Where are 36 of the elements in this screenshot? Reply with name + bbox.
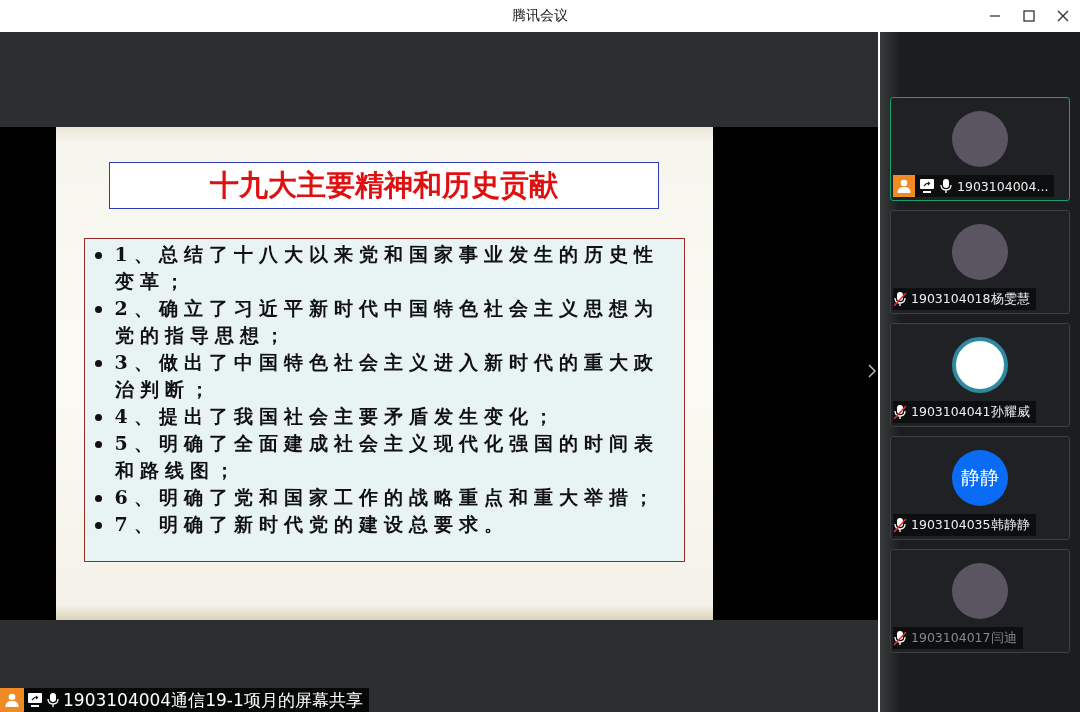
participant-name: 1903104004...	[957, 178, 1049, 194]
bullet-text: 3、做出了中国特色社会主义进入新时代的重大政治判断；	[114, 350, 660, 402]
share-label-text: 1903104004通信19-1项月的屏幕共享	[63, 688, 363, 712]
bullet-text: 5、明确了全面建成社会主义现代化强国的时间表和路线图；	[114, 431, 660, 483]
bullet-text: 7、明确了新时代党的建设总要求。	[114, 512, 509, 537]
participant-tile[interactable]: 1903104018杨雯慧	[890, 210, 1070, 314]
bullet-text: 1、总结了十八大以来党和国家事业发生的历史性变革；	[114, 242, 660, 294]
bullet-icon	[94, 414, 102, 421]
bullet-text: 4、提出了我国社会主要矛盾发生变化；	[114, 404, 559, 429]
participant-tile[interactable]: 静静 1903104035韩静静	[890, 436, 1070, 540]
bullet-icon	[94, 441, 102, 448]
participant-name: 1903104041孙耀威	[911, 403, 1030, 421]
slide-title: 十九大主要精神和历史贡献	[109, 162, 659, 209]
photo-placeholder	[952, 111, 1008, 167]
bullet-text: 6、明确了党和国家工作的战略重点和重大举措；	[114, 485, 659, 510]
bullet-icon	[94, 360, 102, 367]
bullet-icon	[94, 522, 102, 529]
person-icon	[5, 693, 19, 707]
participant-name: 1903104018杨雯慧	[911, 290, 1030, 308]
participant-tile[interactable]: 1903104004...	[890, 97, 1070, 201]
close-icon[interactable]	[1057, 10, 1069, 22]
initials-avatar: 静静	[952, 450, 1008, 506]
participant-name: 1903104017闫迪	[911, 629, 1017, 647]
bullet-icon	[94, 495, 102, 502]
bullet-icon	[94, 252, 102, 259]
maximize-icon[interactable]	[1023, 10, 1035, 22]
logo-avatar	[952, 337, 1008, 393]
bullet-text: 2、确立了习近平新时代中国特色社会主义思想为党的指导思想；	[114, 296, 660, 348]
bullet-icon	[94, 306, 102, 313]
participant-tile[interactable]: 1903104041孙耀威	[890, 323, 1070, 427]
window-title: 腾讯会议	[512, 7, 568, 25]
participant-tile[interactable]: 1903104017闫迪	[890, 549, 1070, 653]
chevron-right-icon[interactable]	[868, 364, 876, 378]
photo-placeholder	[952, 563, 1008, 619]
participant-name: 1903104035韩静静	[911, 516, 1030, 534]
photo-placeholder	[952, 224, 1008, 280]
